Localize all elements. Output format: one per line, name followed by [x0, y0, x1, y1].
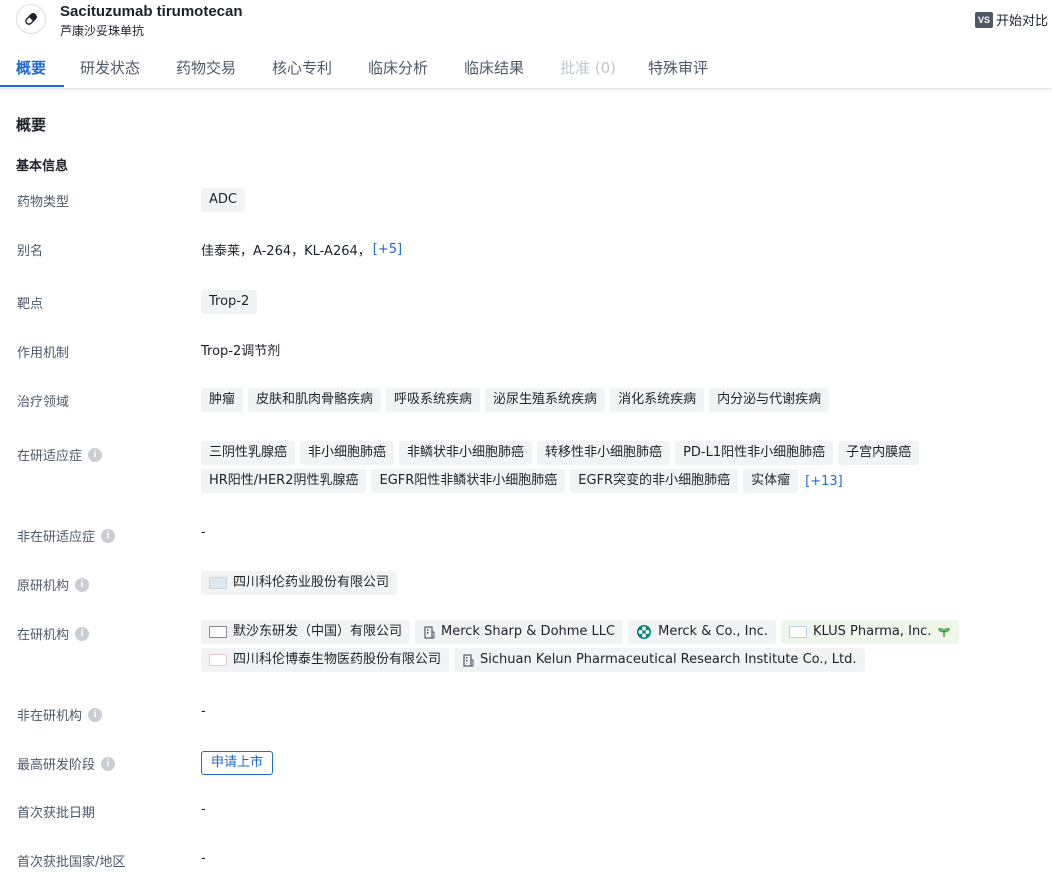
therapeutic-areas-label: 治疗领域 — [17, 395, 70, 410]
target-value: Trop-2 — [201, 290, 262, 314]
first-approval-date-value: - — [201, 802, 206, 817]
tab-clinical-analysis[interactable]: 临床分析 — [368, 57, 428, 78]
info-icon[interactable]: i — [88, 447, 103, 462]
tab-rd-status[interactable]: 研发状态 — [80, 57, 140, 78]
org-tag[interactable]: 四川科伦博泰生物医药股份有限公司 — [201, 648, 450, 672]
start-compare-button[interactable]: VS 开始对比 — [975, 10, 1048, 29]
area-tag: 呼吸系统疾病 — [386, 388, 481, 412]
tab-clinical-results[interactable]: 临床结果 — [464, 57, 524, 78]
info-icon[interactable]: i — [75, 626, 90, 641]
org-tag[interactable]: Sichuan Kelun Pharmaceutical Research In… — [454, 648, 865, 672]
indication-tag[interactable]: 非鳞状非小细胞肺癌 — [399, 441, 533, 465]
highest-phase-value: 申请上市 — [201, 751, 274, 775]
indication-tag[interactable]: 非小细胞肺癌 — [300, 441, 395, 465]
kelun-biotech-logo-icon — [209, 654, 227, 666]
active-indications-row2: HR阳性/HER2阴性乳腺癌 EGFR阳性非鳞状非小细胞肺癌 EGFR突变的非小… — [201, 469, 843, 493]
mechanism-label: 作用机制 — [17, 346, 70, 361]
highest-phase-label: 最高研发阶段 i — [17, 754, 116, 773]
inactive-indications-label: 非在研适应症 i — [17, 526, 116, 545]
drug-name: Sacituzumab tirumotecan — [60, 3, 243, 20]
indication-tag[interactable]: 转移性非小细胞肺癌 — [537, 441, 671, 465]
phase-badge[interactable]: 申请上市 — [201, 751, 274, 775]
drug-chinese-name: 芦康沙妥珠单抗 — [60, 24, 145, 38]
org-tag[interactable]: Merck Sharp & Dohme LLC — [415, 620, 624, 644]
org-tag[interactable]: 默沙东研发（中国）有限公司 — [201, 620, 411, 644]
mechanism-value: Trop-2调节剂 — [201, 340, 280, 359]
originator-label: 原研机构 i — [17, 575, 90, 594]
inactive-orgs-label: 非在研机构 i — [17, 705, 103, 724]
tab-bar: 概要 研发状态 药物交易 核心专利 临床分析 临床结果 批准 (0) 特殊审评 — [0, 48, 1052, 89]
vs-icon: VS — [975, 11, 993, 28]
area-tag: 泌尿生殖系统疾病 — [485, 388, 606, 412]
drug-type-value: ADC — [201, 188, 250, 212]
org-tag[interactable]: 四川科伦药业股份有限公司 — [201, 571, 398, 595]
drug-type-label: 药物类型 — [17, 195, 70, 210]
active-indications-label: 在研适应症 i — [17, 445, 103, 464]
org-tag[interactable]: Merck & Co., Inc. — [628, 620, 777, 644]
info-icon[interactable]: i — [101, 528, 116, 543]
target-tag[interactable]: Trop-2 — [201, 290, 258, 314]
pill-icon — [16, 4, 46, 34]
inactive-orgs-value: - — [201, 704, 206, 719]
tab-deals[interactable]: 药物交易 — [176, 57, 236, 78]
indications-more-link[interactable]: [+13] — [805, 474, 843, 489]
indication-tag[interactable]: EGFR突变的非小细胞肺癌 — [570, 469, 739, 493]
indication-tag[interactable]: 子宫内膜癌 — [838, 441, 920, 465]
drug-type-tag: ADC — [201, 188, 245, 212]
area-tag: 内分泌与代谢疾病 — [709, 388, 830, 412]
sprout-icon — [938, 628, 951, 637]
building-icon — [424, 625, 435, 639]
indication-tag[interactable]: PD-L1阳性非小细胞肺癌 — [675, 441, 834, 465]
originator-value: 四川科伦药业股份有限公司 — [201, 571, 402, 595]
indication-tag[interactable]: 三阴性乳腺癌 — [201, 441, 296, 465]
mechanism-text: Trop-2调节剂 — [201, 344, 281, 359]
area-tag: 肿瘤 — [201, 388, 244, 412]
indication-tag[interactable]: HR阳性/HER2阴性乳腺癌 — [201, 469, 367, 493]
tab-approvals[interactable]: 批准 (0) — [560, 57, 616, 78]
tab-overview[interactable]: 概要 — [16, 57, 46, 78]
active-tab-indicator — [0, 85, 64, 87]
info-icon[interactable]: i — [101, 756, 116, 771]
active-orgs-label: 在研机构 i — [17, 624, 90, 643]
klus-logo-icon — [789, 626, 808, 638]
area-tag: 消化系统疾病 — [610, 388, 705, 412]
aliases-value: 佳泰莱，A-264，KL-A264， [+5] — [201, 240, 402, 259]
compare-label: 开始对比 — [996, 14, 1049, 29]
aliases-text: 佳泰莱，A-264，KL-A264， — [201, 244, 371, 259]
tab-special-review[interactable]: 特殊审评 — [648, 57, 708, 78]
first-approval-region-label: 首次获批国家/地区 — [17, 855, 126, 870]
section-title: 概要 — [16, 116, 47, 134]
aliases-more-link[interactable]: [+5] — [373, 242, 402, 257]
target-label: 靶点 — [17, 297, 44, 312]
area-tag: 皮肤和肌肉骨骼疾病 — [248, 388, 382, 412]
inactive-indications-value: - — [201, 525, 206, 540]
merck-logo-icon — [637, 625, 652, 639]
basic-info-title: 基本信息 — [16, 159, 69, 174]
tab-patents[interactable]: 核心专利 — [272, 57, 332, 78]
org-tag[interactable]: KLUS Pharma, Inc. — [781, 620, 960, 644]
msd-logo-icon — [209, 626, 227, 638]
kelun-logo-icon — [209, 577, 227, 589]
drug-header: Sacituzumab tirumotecan 芦康沙妥珠单抗 VS 开始对比 — [0, 0, 1052, 40]
indication-tag[interactable]: 实体瘤 — [743, 469, 799, 493]
info-icon[interactable]: i — [88, 707, 103, 722]
active-indications-row1: 三阴性乳腺癌 非小细胞肺癌 非鳞状非小细胞肺癌 转移性非小细胞肺癌 PD-L1阳… — [201, 441, 924, 465]
first-approval-date-label: 首次获批日期 — [17, 806, 96, 821]
indication-tag[interactable]: EGFR阳性非鳞状非小细胞肺癌 — [371, 469, 566, 493]
active-orgs-row1: 默沙东研发（中国）有限公司 Merck Sharp & Dohme LLC Me… — [201, 620, 964, 644]
first-approval-region-value: - — [201, 851, 206, 866]
info-icon[interactable]: i — [75, 577, 90, 592]
therapeutic-areas-value: 肿瘤 皮肤和肌肉骨骼疾病 呼吸系统疾病 泌尿生殖系统疾病 消化系统疾病 内分泌与… — [201, 388, 834, 412]
active-orgs-row2: 四川科伦博泰生物医药股份有限公司 Sichuan Kelun Pharmaceu… — [201, 648, 870, 672]
building-icon — [463, 653, 474, 667]
aliases-label: 别名 — [17, 244, 44, 259]
